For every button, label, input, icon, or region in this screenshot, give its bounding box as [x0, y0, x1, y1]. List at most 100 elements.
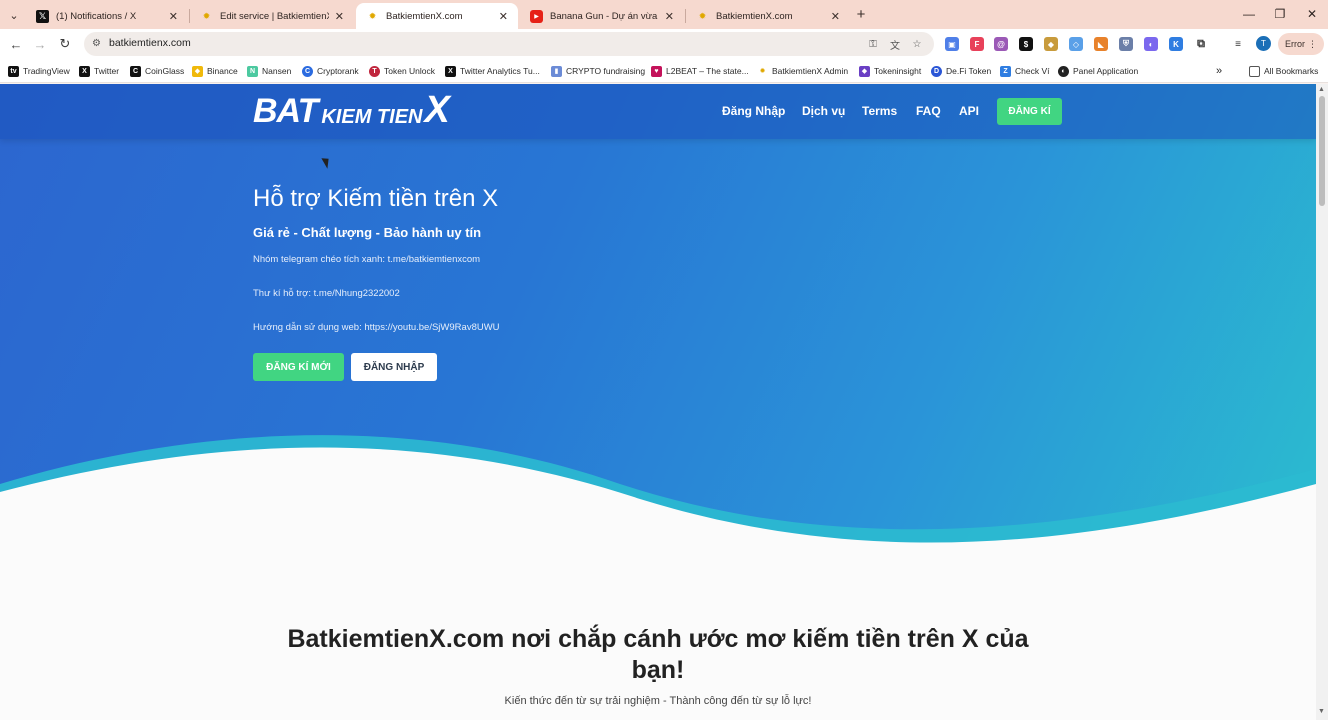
tab-batkiemtienx-2[interactable]: ✹ BatkiemtienX.com ✕ [686, 3, 850, 29]
tab-notifications-x[interactable]: 𝕏 (1) Notifications / X ✕ [26, 3, 188, 29]
forward-arrow-icon[interactable]: → [30, 34, 50, 54]
reload-icon[interactable]: ↻ [55, 34, 75, 54]
scroll-thumb[interactable] [1319, 96, 1325, 206]
bookmark-twitter-analytics[interactable]: X Twitter Analytics Tu... [445, 64, 540, 78]
nav-faq-link[interactable]: FAQ [916, 104, 941, 118]
scroll-up-arrow-icon[interactable]: ▲ [1318, 86, 1325, 93]
close-window-icon[interactable]: ✕ [1297, 4, 1327, 24]
shield-extension-icon[interactable]: ⛨ [1119, 37, 1133, 51]
tab-banana-gun[interactable]: ▶ Banana Gun - Dự án vừa listing ✕ [520, 3, 684, 29]
more-bookmarks-chevron-icon[interactable]: » [1216, 64, 1222, 78]
support-secretary-text: Thư kí hỗ trợ: t.me/Nhung2322002 [253, 288, 400, 299]
profile-avatar[interactable]: T [1256, 36, 1271, 51]
nav-api-link[interactable]: API [959, 104, 979, 118]
bookmark-defi-token[interactable]: D De.Fi Token [931, 64, 991, 78]
close-tab-icon[interactable]: ✕ [831, 10, 840, 23]
minimize-icon[interactable]: — [1234, 4, 1264, 24]
binance-icon: ◆ [192, 65, 203, 77]
bookmark-panel-application[interactable]: ◐ Panel Application [1058, 64, 1138, 78]
page-scrollbar[interactable]: ▲ ▼ [1316, 84, 1328, 720]
extension-icon[interactable]: ◐ [1144, 37, 1158, 51]
folder-icon [1249, 65, 1260, 77]
bookmark-l2beat[interactable]: ♥ L2BEAT – The state... [651, 64, 749, 78]
tab-search-dropdown-icon[interactable]: ⌄ [4, 5, 24, 25]
hero-wave-divider [0, 435, 1316, 614]
tab-batkiemtienx-active[interactable]: ✹ BatkiemtienX.com ✕ [356, 3, 518, 29]
tab-strip: ⌄ 𝕏 (1) Notifications / X ✕ ✹ Edit servi… [0, 0, 1328, 29]
back-arrow-icon[interactable]: ← [6, 34, 26, 54]
extensions-puzzle-icon[interactable]: ⧉ [1194, 37, 1208, 51]
site-header [0, 84, 1316, 139]
hero-title: Hỗ trợ Kiếm tiền trên X [253, 185, 499, 212]
youtube-icon: ▶ [530, 9, 543, 23]
header-signup-button[interactable]: ĐĂNG KÍ [997, 98, 1062, 125]
close-tab-icon[interactable]: ✕ [499, 10, 508, 23]
bookmark-star-icon[interactable]: ☆ [910, 37, 924, 51]
address-bar[interactable]: ⚙ batkiemtienx.com ⚿ 文 ☆ [84, 32, 934, 56]
site-logo[interactable]: BAT KIEM TIEN X [253, 91, 450, 129]
password-key-icon[interactable]: ⚿ [866, 37, 880, 51]
bookmark-tradingview[interactable]: tv TradingView [8, 64, 70, 78]
media-controls-icon[interactable]: ≡ [1231, 37, 1245, 51]
tab-edit-service[interactable]: ✹ Edit service | BatkiemtienX.com ✕ [190, 3, 354, 29]
all-bookmarks-folder[interactable]: All Bookmarks [1249, 64, 1318, 78]
hero-signup-button[interactable]: ĐĂNG KÍ MỚI [253, 353, 344, 381]
usage-guide-text: Hướng dẫn sử dụng web: https://youtu.be/… [253, 322, 500, 333]
bookmark-crypto-fundraising[interactable]: ▮ CRYPTO fundraising [551, 64, 645, 78]
sun-favicon-icon: ✹ [698, 10, 707, 21]
cryptorank-icon: C [302, 65, 313, 77]
nav-services-link[interactable]: Dịch vụ [802, 104, 845, 118]
nansen-icon: N [247, 65, 258, 77]
hero-login-button[interactable]: ĐĂNG NHẬP [351, 353, 437, 381]
extension-icon[interactable]: @ [994, 37, 1008, 51]
metamask-fox-icon[interactable]: ◣ [1094, 37, 1108, 51]
bookmark-token-unlock[interactable]: T Token Unlock [369, 64, 435, 78]
sun-favicon-icon: ✹ [202, 10, 211, 21]
hero-subtitle: Giá rẻ - Chất lượng - Bảo hành uy tín [253, 225, 482, 240]
section-heading: BatkiemtienX.com nơi chắp cánh ước mơ ki… [287, 625, 1029, 684]
nav-login-link[interactable]: Đăng Nhập [722, 104, 785, 118]
extension-icon[interactable]: ▣ [945, 37, 959, 51]
telegram-group-text: Nhóm telegram chéo tích xanh: t.me/batki… [253, 254, 481, 265]
token-unlock-icon: T [369, 65, 380, 77]
bookmark-nansen[interactable]: N Nansen [247, 64, 291, 78]
x-logo-icon: 𝕏 [36, 9, 49, 23]
bookmark-twitter[interactable]: X Twitter [79, 64, 119, 78]
url-text: batkiemtienx.com [109, 37, 191, 49]
site-info-icon[interactable]: ⚙ [92, 38, 104, 50]
bookmarks-bar: tv TradingView X Twitter C CoinGlass ◆ Binan… [0, 59, 1328, 83]
bookmark-batkiemtienx-admin[interactable]: ✹ BatkiemtienX Admin [757, 64, 849, 78]
bookmark-check-vi[interactable]: Z Check Ví [1000, 64, 1050, 78]
extension-icon[interactable]: K [1169, 37, 1183, 51]
error-menu-button[interactable]: Error ⋮ [1278, 33, 1324, 55]
l2beat-icon: ♥ [651, 65, 662, 77]
bookmark-cryptorank[interactable]: C Cryptorank [302, 64, 359, 78]
extension-icon[interactable]: $ [1019, 37, 1033, 51]
bar-chart-icon: ▮ [551, 65, 562, 77]
coinglass-icon: C [130, 65, 141, 77]
browser-toolbar: ← → ↻ ⚙ batkiemtienx.com ⚿ 文 ☆ ▣ F @ $ ◆… [0, 29, 1328, 59]
close-tab-icon[interactable]: ✕ [335, 10, 344, 23]
extension-icon[interactable]: ◇ [1069, 37, 1083, 51]
scroll-down-arrow-icon[interactable]: ▼ [1318, 708, 1325, 715]
new-tab-plus-icon[interactable]: + [852, 5, 870, 23]
panel-icon: ◐ [1058, 65, 1069, 77]
sun-favicon-icon: ✹ [759, 68, 766, 75]
extension-icon[interactable]: F [970, 37, 984, 51]
nav-terms-link[interactable]: Terms [862, 104, 897, 118]
tradingview-icon: tv [8, 65, 19, 77]
section-subheading: Kiến thức đến từ sự trải nghiệm - Thành … [504, 695, 812, 707]
tokeninsight-icon: ◆ [859, 65, 870, 77]
kebab-menu-icon: ⋮ [1308, 38, 1317, 49]
bookmark-tokeninsight[interactable]: ◆ Tokeninsight [859, 64, 921, 78]
bookmark-binance[interactable]: ◆ Binance [192, 64, 238, 78]
close-tab-icon[interactable]: ✕ [169, 10, 178, 23]
bookmark-coinglass[interactable]: C CoinGlass [130, 64, 184, 78]
defi-icon: D [931, 65, 942, 77]
check-wallet-icon: Z [1000, 65, 1011, 77]
restore-window-icon[interactable]: ❐ [1265, 4, 1295, 24]
close-tab-icon[interactable]: ✕ [665, 10, 674, 23]
translate-icon[interactable]: 文 [888, 37, 902, 52]
extension-icon[interactable]: ◆ [1044, 37, 1058, 51]
x-logo-icon: X [445, 65, 456, 77]
